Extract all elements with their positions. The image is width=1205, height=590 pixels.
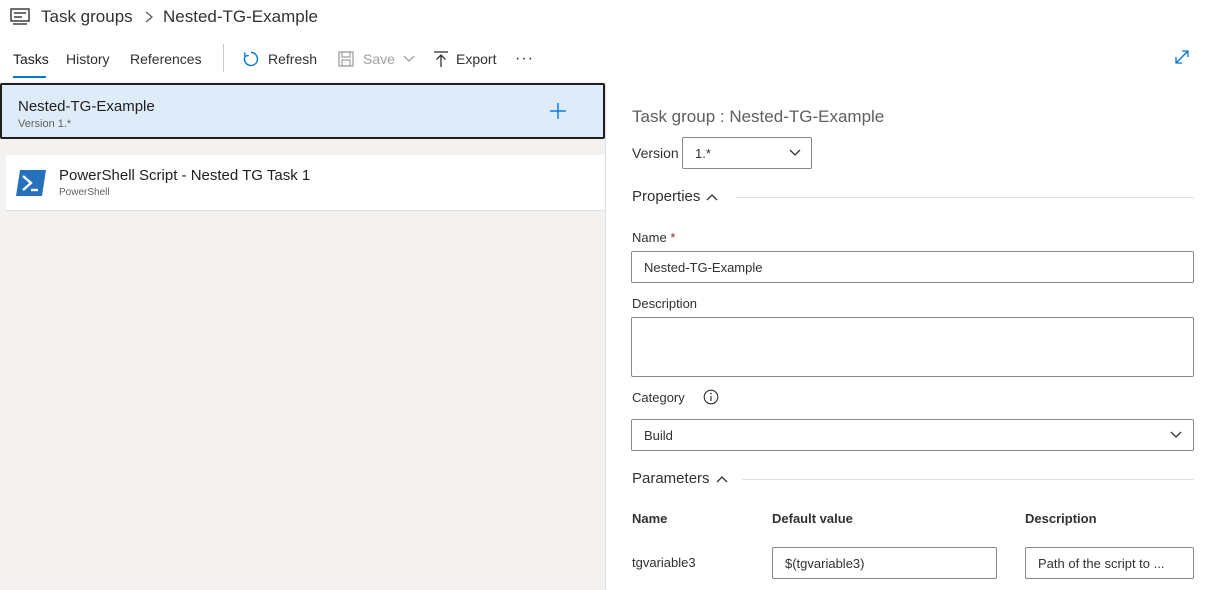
param-description-value: Path of the script to ...: [1038, 555, 1165, 571]
properties-section-toggle[interactable]: Properties: [632, 188, 718, 205]
task-group-row[interactable]: Nested-TG-Example Version 1.*: [0, 83, 605, 139]
category-dropdown[interactable]: Build: [631, 419, 1194, 451]
info-icon[interactable]: [703, 389, 719, 405]
name-label-text: Name: [632, 230, 667, 245]
task-group-row-version: Version 1.*: [18, 118, 72, 130]
param-col-description: Description: [1025, 511, 1097, 526]
param-name: tgvariable3: [632, 555, 696, 570]
description-field[interactable]: [631, 317, 1194, 377]
version-dropdown[interactable]: 1.*: [682, 137, 812, 169]
task-group-icon: [10, 8, 30, 25]
param-col-default: Default value: [772, 511, 853, 526]
param-description-field[interactable]: Path of the script to ...: [1025, 547, 1194, 579]
add-task-icon[interactable]: [549, 102, 567, 120]
details-pane: Task group : Nested-TG-Example Version 1…: [606, 82, 1205, 590]
save-button[interactable]: Save: [337, 48, 415, 70]
refresh-label: Refresh: [268, 51, 318, 67]
chevron-down-icon: [789, 149, 801, 156]
task-row[interactable]: PowerShell Script - Nested TG Task 1 Pow…: [6, 155, 605, 211]
export-label: Export: [456, 51, 497, 67]
task-type: PowerShell: [59, 187, 110, 198]
param-default-value: $(tgvariable3): [785, 555, 865, 571]
category-label: Category: [632, 390, 685, 405]
toolbar: Tasks History References Refresh Save Ex…: [0, 40, 1205, 80]
export-icon: [434, 51, 448, 67]
category-value: Build: [644, 427, 673, 443]
version-value: 1.*: [695, 145, 711, 161]
parameters-label: Parameters: [632, 470, 710, 487]
refresh-button[interactable]: Refresh: [242, 48, 317, 70]
description-label: Description: [632, 296, 698, 311]
name-field[interactable]: Nested-TG-Example: [631, 251, 1194, 283]
param-default-field[interactable]: $(tgvariable3): [772, 547, 997, 579]
name-field-value: Nested-TG-Example: [644, 259, 763, 275]
chevron-down-icon: [1170, 431, 1182, 438]
more-actions-button[interactable]: ···: [515, 50, 534, 68]
chevron-right-icon: [145, 11, 154, 23]
chevron-up-icon: [706, 193, 718, 200]
required-marker: *: [670, 230, 676, 245]
header: Task groups Nested-TG-Example: [0, 0, 1205, 36]
parameters-section-toggle[interactable]: Parameters: [632, 470, 728, 487]
powershell-icon: [16, 170, 46, 196]
section-divider: [742, 479, 1194, 480]
section-divider: [736, 197, 1194, 198]
breadcrumb-task-groups[interactable]: Task groups: [41, 7, 133, 27]
breadcrumb-current: Nested-TG-Example: [163, 7, 318, 26]
properties-label: Properties: [632, 188, 701, 205]
save-label: Save: [363, 51, 395, 67]
details-title: Task group : Nested-TG-Example: [632, 107, 885, 126]
param-col-name: Name: [632, 511, 668, 526]
task-list-pane: Nested-TG-Example Version 1.* PowerShell…: [0, 82, 606, 590]
task-name: PowerShell Script - Nested TG Task 1: [59, 167, 311, 184]
version-label: Version: [632, 145, 679, 161]
expand-icon[interactable]: [1174, 49, 1190, 65]
toolbar-divider: [223, 44, 224, 72]
task-group-row-name: Nested-TG-Example: [18, 98, 155, 115]
refresh-icon: [243, 51, 259, 67]
tab-history[interactable]: History: [66, 51, 110, 67]
chevron-down-icon: [403, 55, 415, 62]
tab-references[interactable]: References: [130, 51, 202, 67]
save-icon: [338, 51, 354, 67]
active-tab-indicator: [13, 76, 46, 78]
export-button[interactable]: Export: [432, 48, 496, 70]
tab-tasks[interactable]: Tasks: [13, 51, 49, 67]
chevron-up-icon: [716, 475, 727, 482]
name-label: Name *: [632, 230, 675, 245]
